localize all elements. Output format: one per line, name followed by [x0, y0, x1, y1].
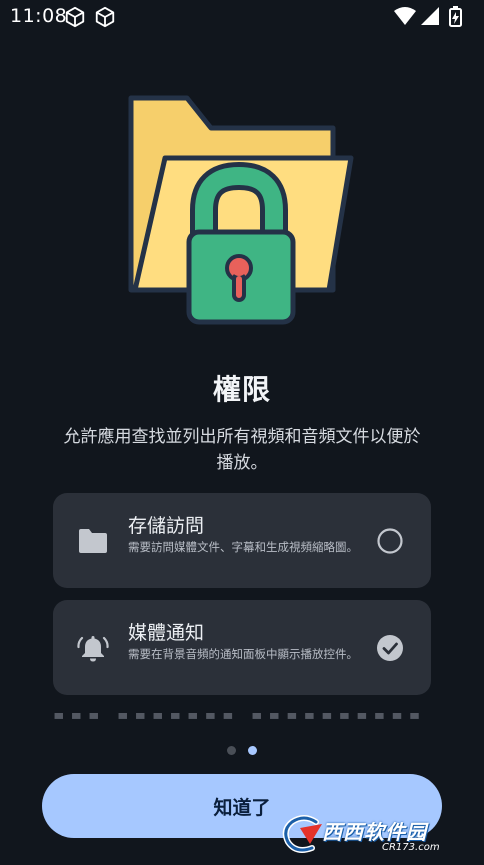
permission-description: 需要在背景音頻的通知面板中顯示播放控件。 — [128, 647, 358, 661]
permission-title: 存儲訪問 — [128, 515, 205, 537]
watermark-icon — [282, 815, 322, 853]
cube-icon — [65, 6, 85, 28]
permission-description: 需要訪問媒體文件、字幕和生成視頻縮略圖。 — [128, 540, 358, 554]
permission-title: 媒體通知 — [128, 622, 205, 644]
wifi-icon — [394, 7, 416, 25]
page-indicator — [227, 746, 259, 756]
page-subtitle: 允許應用查找並列出所有視頻和音頻文件以便於播放。 — [63, 427, 421, 473]
page-title: 權限 — [212, 373, 271, 406]
status-bar: 11:08 — [0, 0, 484, 34]
permission-card-notification[interactable]: 媒體通知 需要在背景音頻的通知面板中顯示播放控件。 — [53, 600, 431, 695]
folder-lock-icon — [128, 95, 354, 325]
bell-ringing-icon — [77, 636, 109, 662]
faded-scroll-text: ▪▪▪ ▪▪▪▪▪▪▪ ▪▪▪▪▪▪▪▪▪▪ — [53, 713, 427, 724]
status-time: 11:08 — [10, 5, 68, 27]
cube-icon — [95, 6, 115, 28]
radio-unchecked-icon[interactable] — [376, 527, 404, 555]
watermark-url: CR173.com — [382, 842, 440, 853]
check-circle-icon[interactable] — [376, 634, 404, 662]
watermark-logo: 西西软件园 CR173.com — [282, 812, 468, 856]
watermark-text: 西西软件园 — [322, 820, 427, 844]
permission-card-storage[interactable]: 存儲訪問 需要訪問媒體文件、字幕和生成視頻縮略圖。 — [53, 493, 431, 588]
signal-icon — [421, 7, 439, 25]
status-indicators — [394, 6, 462, 27]
folder-icon — [79, 529, 107, 553]
page-dot-active — [248, 746, 257, 755]
battery-charging-icon — [449, 6, 462, 27]
page-dot — [227, 746, 236, 755]
